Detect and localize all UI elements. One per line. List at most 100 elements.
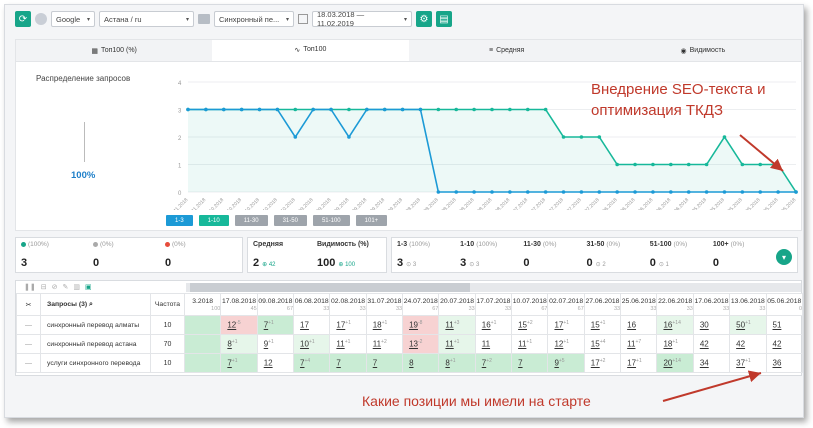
link-icon[interactable]: ⊘ [52,283,58,291]
project-select[interactable]: Синхронный пе... ▾ [214,11,294,27]
date-header[interactable]: 10.07.2018 67 [511,293,549,316]
position-cell: 8+1 [438,353,476,373]
position-value[interactable]: 37 [736,359,745,368]
position-value[interactable]: 36 [773,359,782,368]
collapse-button[interactable]: ▾ [776,249,793,265]
position-value[interactable]: 11 [482,340,490,349]
position-value[interactable]: 17 [300,321,309,330]
position-cell: 42 [692,334,731,354]
position-value[interactable]: 50 [736,321,745,330]
position-value[interactable]: 10 [300,340,309,349]
filter-icon[interactable]: ⊟ [41,283,47,291]
legend-button[interactable]: 1-3 [166,215,193,226]
position-value[interactable]: 16 [627,321,636,330]
pin-icon[interactable]: ✎ [62,283,68,291]
horizontal-scrollbar[interactable] [186,283,801,292]
legend-button[interactable]: 51-100 [312,215,350,226]
date-header[interactable]: 27.06.2018 33 [583,293,622,316]
data-point [561,190,566,194]
position-value[interactable]: 8 [409,359,413,368]
refresh-button[interactable]: ⟳ [15,11,31,27]
columns-icon[interactable]: ▥ [73,283,80,291]
date-header[interactable]: 22.06.2018 33 [656,293,694,316]
date-header[interactable]: 25.06.2018 33 [620,293,658,316]
position-value[interactable]: 51 [773,321,782,330]
date-header[interactable]: 17.08.2018 45 [220,293,258,316]
position-value[interactable]: 17 [336,321,345,330]
legend-button[interactable]: 11-30 [234,215,268,226]
pause-icon[interactable]: ❚❚ [24,283,36,291]
settings-button[interactable]: ⚙ [416,11,432,27]
tab-top100[interactable]: ∿ Топ100 [212,40,409,61]
date-header[interactable]: 17.06.2018 33 [692,293,731,316]
position-cell: 51 [765,315,803,335]
position-value[interactable]: 15 [591,321,600,330]
data-point [275,107,280,112]
position-value[interactable]: 19 [409,321,418,330]
search-icon[interactable]: ⌕ [89,301,93,308]
data-point [347,107,351,112]
x-tick-label: 24.08.2018 [436,197,458,210]
date-header[interactable]: 02.07.2018 67 [547,293,585,316]
position-delta: +1 [231,358,238,365]
row-menu[interactable]: — [16,353,41,373]
tab-average[interactable]: ≡ Средняя [409,40,605,61]
tab-label: Средняя [496,47,525,54]
row-menu[interactable]: — [16,334,41,354]
position-value[interactable]: 7 [518,359,522,368]
legend-button[interactable]: 31-50 [273,215,307,226]
position-delta: +1 [563,339,570,346]
excel-icon[interactable]: ▣ [85,283,92,291]
position-value[interactable]: 17 [554,321,563,330]
date-sub: 33 [395,305,403,312]
position-value[interactable]: 11 [445,340,453,349]
position-value[interactable]: 42 [736,340,745,349]
date-header[interactable]: 09.08.2018 67 [256,293,295,316]
export-button[interactable]: ▤ [436,11,452,27]
date-header[interactable]: 02.08.2018 33 [329,293,367,316]
position-value[interactable]: 13 [409,340,418,349]
date-header[interactable]: 24.07.2018 67 [402,293,440,316]
date-sub: 33 [468,305,475,312]
position-value[interactable]: 11 [445,321,453,330]
region-select[interactable]: Астана / ru ▾ [99,11,194,27]
stat-pct: (0%) [673,241,688,248]
position-value[interactable]: 30 [700,321,709,330]
row-menu[interactable]: — [16,315,41,335]
tab-visibility[interactable]: ◉ Видимость [605,40,801,61]
date-header[interactable]: 13.06.2018 33 [729,293,767,316]
legend-button[interactable]: 101+ [355,215,388,226]
position-value[interactable]: 15 [518,321,527,330]
frequency-header[interactable]: Частота [150,293,185,316]
engine-select[interactable]: Google ▾ [51,11,95,27]
position-value[interactable]: 7 [373,359,377,368]
position-value[interactable]: 12 [227,321,236,330]
position-value[interactable]: 11 [336,340,344,349]
position-value[interactable]: 34 [700,359,709,368]
position-value[interactable]: 17 [627,359,636,368]
date-header[interactable]: 20.07.2018 33 [438,293,476,316]
position-value[interactable]: 17 [591,359,600,368]
scrollbar-thumb[interactable] [190,283,470,292]
queries-header[interactable]: Запросы (3) ⌕ [40,293,151,316]
date-header[interactable]: 06.08.2018 33 [293,293,331,316]
position-value[interactable]: 18 [373,321,382,330]
tab-top100-percent[interactable]: ▦ Топ100 (%) [16,40,212,61]
date-range-select[interactable]: 18.03.2018 — 11.02.2019 ▾ [312,10,412,28]
position-value[interactable]: 11 [373,340,381,349]
position-value[interactable]: 42 [700,340,709,349]
legend-button[interactable]: 1-10 [198,215,229,226]
date-header[interactable]: 17.07.2018 33 [474,293,513,316]
position-value[interactable]: 42 [773,340,782,349]
position-value[interactable]: 15 [591,340,600,349]
position-value[interactable]: 12 [264,359,273,368]
position-value[interactable]: 12 [554,340,563,349]
x-tick-label: 10.07.2018 [561,197,583,210]
position-value[interactable]: 16 [482,321,491,330]
data-point [293,107,298,112]
date-header[interactable]: 31.07.2018 33 [365,293,404,316]
date-header[interactable]: 05.06.2018 0 [765,293,803,316]
date-header[interactable]: 3.2018 100 [183,293,222,316]
data-point [525,107,530,112]
position-value[interactable]: 7 [336,359,340,368]
